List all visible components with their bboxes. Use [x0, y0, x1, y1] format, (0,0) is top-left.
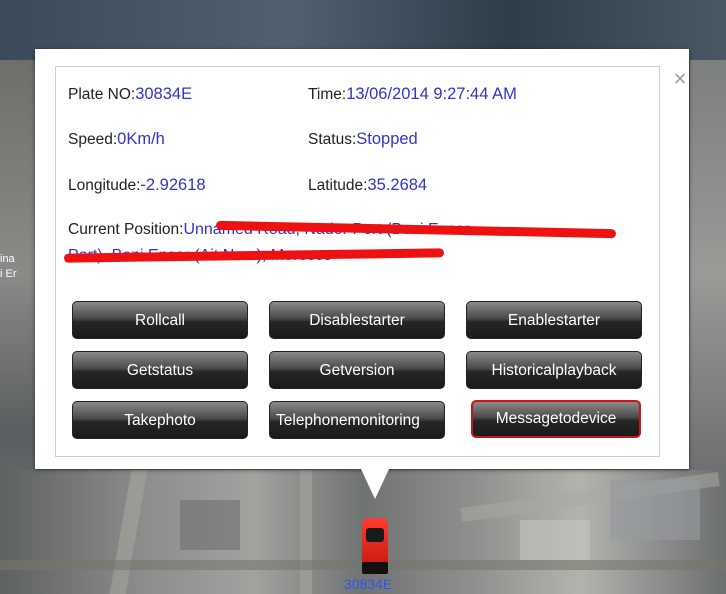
- get-version-button[interactable]: Getversion: [269, 351, 445, 389]
- telephone-monitoring-button[interactable]: Telephonemonitoring: [269, 401, 445, 439]
- plate-field: Plate NO:30834E: [68, 85, 192, 104]
- popup-pointer: [361, 469, 389, 499]
- historical-playback-button[interactable]: Historicalplayback: [466, 351, 642, 389]
- longitude-label: Longitude:: [68, 177, 141, 194]
- latitude-value: 35.2684: [367, 176, 428, 194]
- position-label: Current Position:: [68, 221, 184, 238]
- disable-starter-button[interactable]: Disablestarter: [269, 301, 445, 339]
- latitude-label: Latitude:: [308, 177, 368, 194]
- plate-label: Plate NO:: [68, 86, 136, 103]
- enable-starter-button[interactable]: Enablestarter: [466, 301, 642, 339]
- map-label-fragment: ina: [0, 253, 15, 265]
- message-to-device-button[interactable]: Messagetodevice: [471, 400, 641, 438]
- vehicle-marker-label[interactable]: 30834E: [344, 576, 392, 592]
- get-status-button[interactable]: Getstatus: [72, 351, 248, 389]
- longitude-value: -2.92618: [140, 176, 206, 194]
- status-value: Stopped: [356, 130, 418, 148]
- time-field: Time:13/06/2014 9:27:44 AM: [308, 85, 517, 104]
- time-label: Time:: [308, 86, 347, 103]
- map-road: [300, 470, 312, 594]
- map-building: [180, 500, 240, 550]
- status-field: Status:Stopped: [308, 130, 418, 149]
- latitude-field: Latitude:35.2684: [308, 176, 427, 195]
- speed-value: 0Km/h: [117, 130, 165, 148]
- close-icon[interactable]: ×: [670, 68, 690, 90]
- plate-value: 30834E: [135, 85, 193, 103]
- status-label: Status:: [308, 131, 357, 148]
- longitude-field: Longitude:-2.92618: [68, 176, 206, 195]
- vehicle-info-panel: Plate NO:30834E Time:13/06/2014 9:27:44 …: [55, 66, 660, 457]
- time-value: 13/06/2014 9:27:44 AM: [346, 85, 517, 103]
- vehicle-marker-base: [362, 562, 388, 574]
- map-label-fragment: i Er: [0, 268, 17, 280]
- speed-label: Speed:: [68, 131, 118, 148]
- map-building: [610, 480, 700, 540]
- take-photo-button[interactable]: Takephoto: [72, 401, 248, 439]
- speed-field: Speed:0Km/h: [68, 130, 165, 149]
- rollcall-button[interactable]: Rollcall: [72, 301, 248, 339]
- map-building: [520, 520, 590, 560]
